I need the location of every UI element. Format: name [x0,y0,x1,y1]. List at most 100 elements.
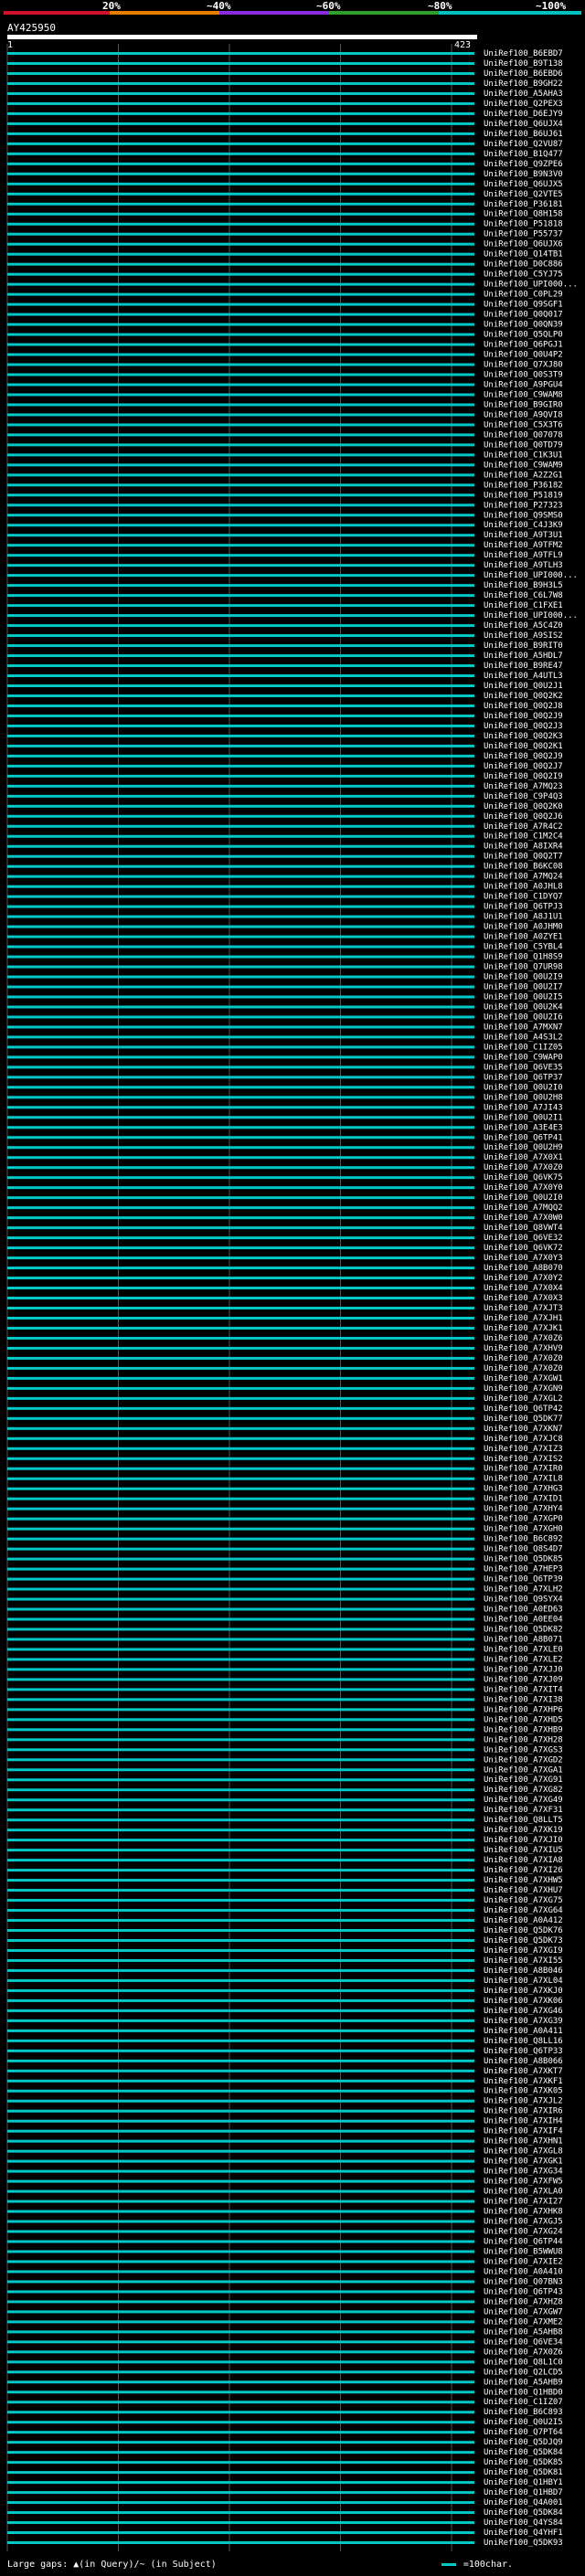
hit-label[interactable]: UniRef100_C9WAM8 [484,390,563,399]
hit-label[interactable]: UniRef100_A7XHU7 [484,1886,563,1895]
hit-label[interactable]: UniRef100_C0PL29 [484,291,563,300]
hit-bar[interactable] [7,1186,475,1190]
hit-label[interactable]: UniRef100_A7JI43 [484,1103,563,1112]
hit-bar[interactable] [7,2260,475,2263]
hit-bar[interactable] [7,654,475,658]
hit-bar[interactable] [7,1557,475,1561]
hit-bar[interactable] [7,2451,475,2454]
hit-label[interactable]: UniRef100_Q5DJQ9 [484,2438,563,2447]
hit-bar[interactable] [7,975,475,979]
hit-label[interactable]: UniRef100_Q5DK93 [484,2539,563,2548]
hit-bar[interactable] [7,1617,475,1621]
hit-label[interactable]: UniRef100_A7XJK1 [484,1324,563,1333]
hit-bar[interactable] [7,2169,475,2173]
hit-bar[interactable] [7,995,475,999]
hit-bar[interactable] [7,1366,475,1370]
hit-label[interactable]: UniRef100_Q0Q2J6 [484,812,563,822]
hit-bar[interactable] [7,604,475,608]
hit-bar[interactable] [7,1648,475,1651]
hit-label[interactable]: UniRef100_A7XG64 [484,1906,563,1915]
hit-bar[interactable] [7,1236,475,1240]
hit-bar[interactable] [7,2501,475,2505]
hit-label[interactable]: UniRef100_A7XI27 [484,2198,563,2207]
hit-label[interactable]: UniRef100_Q6TP44 [484,2237,563,2246]
hit-label[interactable]: UniRef100_C1FXE1 [484,601,563,610]
hit-bar[interactable] [7,1436,475,1440]
hit-bar[interactable] [7,182,475,186]
hit-bar[interactable] [7,2220,475,2223]
hit-bar[interactable] [7,1287,475,1290]
hit-label[interactable]: UniRef100_A7XGA1 [484,1765,563,1775]
hit-label[interactable]: UniRef100_B1Q477 [484,150,563,159]
hit-bar[interactable] [7,1899,475,1903]
hit-bar[interactable] [7,2159,475,2163]
hit-label[interactable]: UniRef100_Q0U2I0 [484,1193,563,1203]
hit-label[interactable]: UniRef100_C6L7W8 [484,591,563,600]
hit-label[interactable]: UniRef100_A7XGH0 [484,1525,563,1534]
hit-label[interactable]: UniRef100_Q0Q2K3 [484,732,563,741]
hit-bar[interactable] [7,272,475,276]
hit-label[interactable]: UniRef100_A7X0Y3 [484,1254,563,1263]
hit-label[interactable]: UniRef100_A7XG39 [484,2017,563,2026]
hit-bar[interactable] [7,834,475,838]
hit-label[interactable]: UniRef100_Q5QLP0 [484,331,563,340]
hit-label[interactable]: UniRef100_Q0S3T9 [484,370,563,379]
hit-bar[interactable] [7,2129,475,2133]
hit-label[interactable]: UniRef100_C4J3K9 [484,521,563,530]
hit-label[interactable]: UniRef100_A7XG49 [484,1796,563,1805]
hit-bar[interactable] [7,2431,475,2434]
hit-label[interactable]: UniRef100_Q6TP33 [484,2047,563,2056]
hit-label[interactable]: UniRef100_Q0U2I7 [484,983,563,992]
hit-bar[interactable] [7,1718,475,1722]
hit-label[interactable]: UniRef100_Q5DK84 [484,2448,563,2457]
hit-bar[interactable] [7,1627,475,1631]
hit-label[interactable]: UniRef100_A7MQ23 [484,782,563,791]
hit-bar[interactable] [7,1156,475,1160]
hit-label[interactable]: UniRef100_A7XF31 [484,1806,563,1815]
hit-label[interactable]: UniRef100_Q8S4D7 [484,1545,563,1554]
hit-bar[interactable] [7,504,475,507]
hit-bar[interactable] [7,1849,475,1852]
hit-bar[interactable] [7,2029,475,2032]
hit-label[interactable]: UniRef100_Q0Q2J8 [484,702,563,711]
hit-label[interactable]: UniRef100_A5AHB9 [484,2378,563,2387]
hit-label[interactable]: UniRef100_A4UTL3 [484,672,563,681]
hit-label[interactable]: UniRef100_Q6TP41 [484,1133,563,1142]
hit-bar[interactable] [7,363,475,366]
hit-label[interactable]: UniRef100_Q0Q2J9 [484,712,563,721]
hit-label[interactable]: UniRef100_A7HEP3 [484,1565,563,1574]
hit-label[interactable]: UniRef100_A7XHY4 [484,1505,563,1514]
hit-label[interactable]: UniRef100_B9GH22 [484,80,563,89]
hit-label[interactable]: UniRef100_A7X0X1 [484,1153,563,1162]
hit-label[interactable]: UniRef100_A7XJI0 [484,1836,563,1845]
hit-bar[interactable] [7,1567,475,1571]
hit-label[interactable]: UniRef100_Q0Q2I9 [484,772,563,781]
hit-bar[interactable] [7,534,475,537]
hit-bar[interactable] [7,885,475,888]
hit-bar[interactable] [7,323,475,326]
hit-label[interactable]: UniRef100_Q6VK72 [484,1244,563,1253]
hit-label[interactable]: UniRef100_B9RIT0 [484,641,563,651]
hit-label[interactable]: UniRef100_A8J1U1 [484,913,563,922]
hit-bar[interactable] [7,1477,475,1480]
hit-label[interactable]: UniRef100_B9RE47 [484,662,563,671]
hit-bar[interactable] [7,925,475,928]
hit-bar[interactable] [7,2089,475,2093]
hit-bar[interactable] [7,1978,475,1982]
hit-label[interactable]: UniRef100_A7XHK8 [484,2208,563,2217]
hit-label[interactable]: UniRef100_Q1HBY1 [484,2478,563,2487]
hit-label[interactable]: UniRef100_C1K3U1 [484,451,563,460]
hit-bar[interactable] [7,1859,475,1862]
hit-label[interactable]: UniRef100_A7R4C2 [484,822,563,832]
hit-label[interactable]: UniRef100_C9P4Q3 [484,792,563,801]
hit-label[interactable]: UniRef100_A0A410 [484,2267,563,2276]
hit-label[interactable]: UniRef100_Q0Q2J3 [484,722,563,731]
hit-bar[interactable] [7,875,475,878]
hit-bar[interactable] [7,222,475,226]
hit-bar[interactable] [7,1537,475,1541]
hit-label[interactable]: UniRef100_A0A412 [484,1916,563,1925]
hit-label[interactable]: UniRef100_A7XGL8 [484,2147,563,2157]
hit-bar[interactable] [7,945,475,949]
hit-label[interactable]: UniRef100_A7XI38 [484,1695,563,1704]
hit-bar[interactable] [7,1768,475,1772]
